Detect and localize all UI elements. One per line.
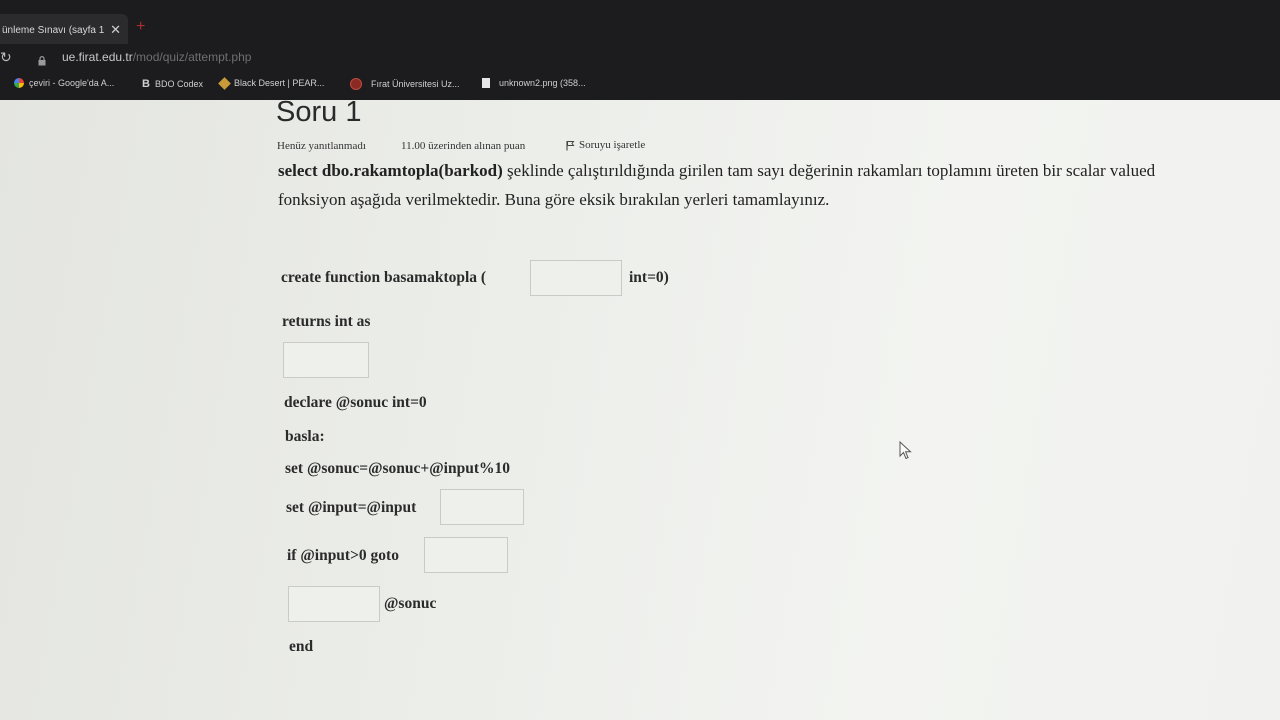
answer-blank-2[interactable]: [283, 342, 369, 378]
bookmark-firat-universitesi[interactable]: Fırat Üniversitesi Uz...: [350, 78, 460, 90]
bookmark-label: Black Desert | PEAR...: [234, 78, 325, 88]
bookmark-label: çeviri - Google'da A...: [29, 78, 115, 88]
bdo-codex-icon: B: [142, 78, 150, 90]
code-line-9: end: [289, 638, 314, 655]
black-desert-icon: [218, 76, 231, 90]
bookmark-unknown2-png[interactable]: unknown2.png (358...: [482, 78, 586, 88]
bookmark-label: unknown2.png (358...: [499, 78, 586, 88]
browser-tab[interactable]: ünleme Sınavı (sayfa 1 ✕: [0, 14, 128, 44]
question-points: 11.00 üzerinden alınan puan: [401, 140, 526, 152]
url-path: /mod/quiz/attempt.php: [132, 50, 252, 64]
mouse-cursor-icon: [899, 441, 912, 460]
flag-icon: [566, 140, 575, 150]
answer-blank-5[interactable]: [288, 586, 380, 622]
question-status: Henüz yanıtlanmadı: [277, 140, 366, 152]
answer-blank-1[interactable]: [530, 260, 622, 296]
quiz-page: Soru 1 Henüz yanıtlanmadı 11.00 üzerinde…: [0, 96, 1280, 720]
code-line-1-suffix: int=0): [629, 269, 669, 286]
file-icon: [482, 78, 490, 88]
tab-title: ünleme Sınavı (sayfa 1: [2, 25, 105, 36]
bookmark-label: Fırat Üniversitesi Uz...: [371, 79, 460, 89]
google-icon: [14, 78, 24, 88]
code-line-4: basla:: [285, 428, 325, 445]
code-line-5: set @sonuc=@sonuc+@input%10: [285, 460, 510, 477]
question-title: Soru 1: [276, 96, 362, 128]
firat-icon: [350, 78, 362, 90]
code-line-8-suffix: @sonuc: [384, 595, 437, 612]
reload-icon[interactable]: ↻: [0, 50, 12, 66]
bookmark-black-desert[interactable]: Black Desert | PEAR...: [218, 76, 325, 90]
browser-chrome: ünleme Sınavı (sayfa 1 ✕ + ↻ ue.firat.ed…: [0, 0, 1280, 100]
answer-blank-4[interactable]: [424, 537, 508, 573]
lock-icon[interactable]: [38, 53, 46, 71]
code-line-3: declare @sonuc int=0: [284, 394, 427, 411]
bookmark-bdo-codex[interactable]: B BDO Codex: [142, 78, 203, 90]
bookmark-google-translate[interactable]: çeviri - Google'da A...: [14, 78, 114, 88]
flag-question-link[interactable]: Soruyu işaretle: [566, 139, 645, 151]
code-line-6: set @input=@input: [286, 499, 417, 516]
prompt-bold: select dbo.rakamtopla(barkod): [278, 161, 503, 180]
code-line-1-prefix: create function basamaktopla (: [281, 269, 487, 286]
new-tab-button[interactable]: +: [136, 18, 145, 36]
bookmark-label: BDO Codex: [154, 79, 203, 89]
close-tab-icon[interactable]: ✕: [110, 22, 121, 38]
flag-label: Soruyu işaretle: [579, 139, 646, 151]
answer-blank-3[interactable]: [440, 489, 524, 525]
question-prompt: select dbo.rakamtopla(barkod) şeklinde ç…: [278, 156, 1218, 214]
code-line-7: if @input>0 goto: [287, 547, 399, 564]
address-bar[interactable]: ue.firat.edu.tr/mod/quiz/attempt.php: [62, 50, 251, 64]
bookmarks-bar: çeviri - Google'da A... B BDO Codex Blac…: [0, 74, 1280, 94]
url-host: ue.firat.edu.tr: [62, 50, 133, 64]
code-line-2: returns int as: [282, 313, 371, 330]
